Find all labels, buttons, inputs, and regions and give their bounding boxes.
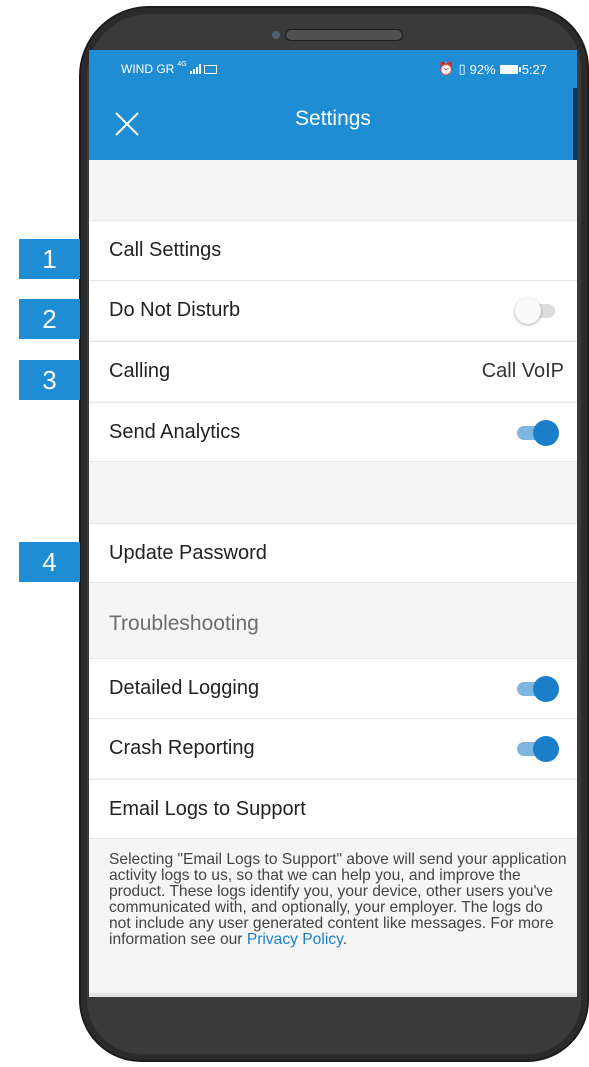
signal-icon	[189, 64, 201, 74]
mail-icon	[203, 64, 217, 74]
speaker-grille	[285, 29, 403, 41]
call-settings-label: Call Settings	[109, 239, 222, 261]
toggle-knob	[533, 420, 559, 446]
vibrate-icon: ▯	[458, 61, 466, 76]
page-title: Settings	[295, 107, 371, 130]
clock: 5:27	[521, 61, 547, 77]
front-camera	[272, 31, 280, 39]
do-not-disturb-row[interactable]: Do Not Disturb	[89, 280, 577, 340]
scroll-edge	[573, 88, 577, 160]
toggle-knob	[533, 676, 559, 702]
screen: WIND GR 4G ⏰ ▯ 92% 5:27 Settings Call Se…	[89, 50, 577, 997]
send-analytics-label: Send Analytics	[109, 420, 241, 443]
send-analytics-toggle[interactable]	[515, 420, 559, 446]
network-type: 4G	[177, 60, 187, 68]
calling-row[interactable]: Calling Call VoIP	[89, 341, 577, 401]
privacy-policy-link[interactable]: Privacy Policy	[247, 931, 343, 948]
callout-badge-1: 1	[19, 239, 80, 279]
email-logs-row[interactable]: Email Logs to Support	[89, 779, 577, 839]
battery-icon	[499, 64, 521, 74]
logs-disclaimer: Selecting "Email Logs to Support" above …	[109, 852, 567, 948]
detailed-logging-toggle[interactable]	[515, 676, 559, 702]
email-logs-label: Email Logs to Support	[109, 797, 306, 820]
disclaimer-end: .	[342, 931, 348, 948]
troubleshooting-header: Troubleshooting	[109, 612, 259, 635]
do-not-disturb-toggle[interactable]	[515, 298, 559, 324]
app-bar: WIND GR 4G ⏰ ▯ 92% 5:27 Settings	[89, 50, 577, 160]
crash-reporting-row[interactable]: Crash Reporting	[89, 718, 577, 778]
crash-reporting-label: Crash Reporting	[109, 737, 255, 759]
do-not-disturb-label: Do Not Disturb	[109, 299, 241, 321]
callout-badge-2: 2	[19, 299, 80, 339]
alarm-icon: ⏰	[438, 61, 455, 76]
calling-label: Calling	[109, 360, 171, 382]
navigation-bar	[89, 993, 577, 997]
status-left: WIND GR 4G	[121, 60, 217, 76]
callout-badge-4: 4	[19, 542, 80, 582]
detailed-logging-label: Detailed Logging	[109, 677, 260, 699]
troubleshooting-section-header: Troubleshooting	[89, 584, 577, 656]
update-password-row[interactable]: Update Password	[89, 523, 577, 583]
toggle-knob	[515, 298, 541, 324]
callout-badge-3: 3	[19, 360, 80, 400]
battery-percent: 92%	[469, 61, 496, 77]
status-bar: WIND GR 4G ⏰ ▯ 92% 5:27	[89, 50, 577, 88]
update-password-label: Update Password	[109, 541, 267, 564]
call-settings-row[interactable]: Call Settings	[89, 220, 577, 280]
calling-value: Call VoIP	[481, 360, 564, 382]
crash-reporting-toggle[interactable]	[515, 736, 559, 762]
status-right: ⏰ ▯ 92% 5:27	[438, 61, 547, 77]
send-analytics-row[interactable]: Send Analytics	[89, 402, 577, 462]
detailed-logging-row[interactable]: Detailed Logging	[89, 658, 577, 718]
carrier-name: WIND GR	[121, 62, 175, 76]
toggle-knob	[533, 736, 559, 762]
